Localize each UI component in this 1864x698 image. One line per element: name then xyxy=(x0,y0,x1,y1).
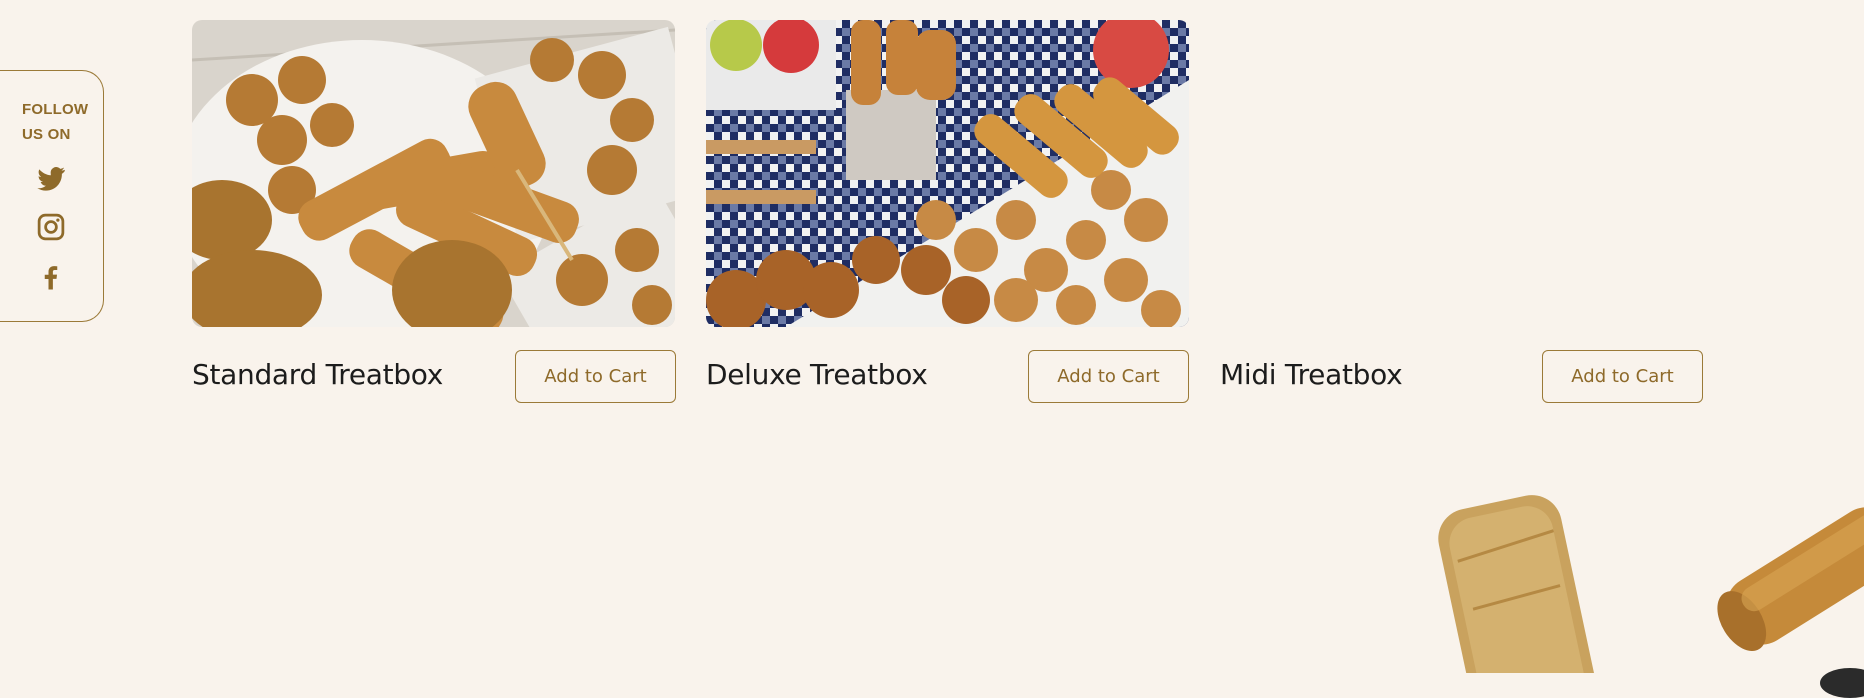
spring-roll-decoration xyxy=(1438,495,1596,673)
facebook-icon[interactable] xyxy=(36,262,66,292)
follow-us-label: FOLLOW US ON xyxy=(22,101,89,143)
product-title[interactable]: Deluxe Treatbox xyxy=(706,358,928,391)
standard-treatbox-image[interactable] xyxy=(192,20,675,327)
deluxe-treatbox-image[interactable] xyxy=(706,20,1189,327)
add-to-cart-button[interactable]: Add to Cart xyxy=(515,350,676,403)
twitter-icon[interactable] xyxy=(36,164,66,194)
social-follow-panel: FOLLOW US ON xyxy=(0,70,104,322)
add-to-cart-button[interactable]: Add to Cart xyxy=(1542,350,1703,403)
instagram-icon[interactable] xyxy=(36,212,66,242)
spring-roll-decoration xyxy=(1717,507,1864,651)
add-to-cart-button[interactable]: Add to Cart xyxy=(1028,350,1189,403)
product-title[interactable]: Standard Treatbox xyxy=(192,358,443,391)
product-title[interactable]: Midi Treatbox xyxy=(1220,358,1403,391)
